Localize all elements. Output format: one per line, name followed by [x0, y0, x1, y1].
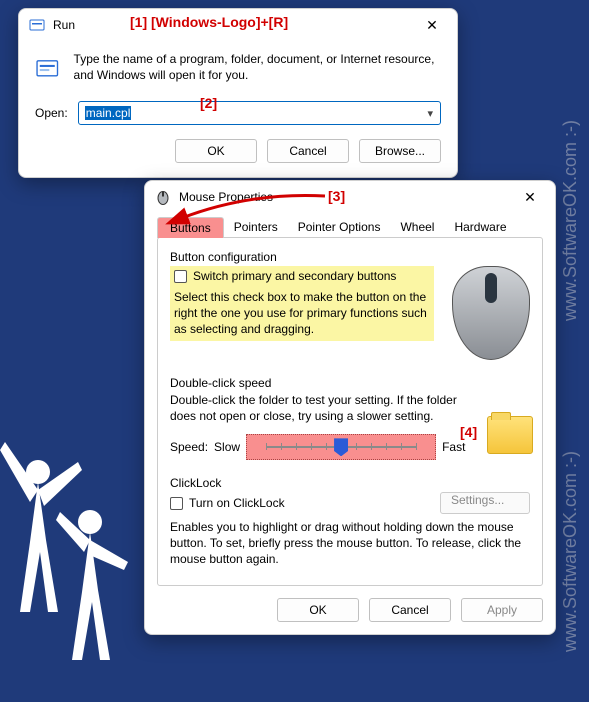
close-button[interactable]: ✕ — [411, 11, 453, 39]
clicklock-settings-button[interactable]: Settings... — [440, 492, 530, 514]
switch-buttons-label: Switch primary and secondary buttons — [193, 269, 396, 283]
close-button[interactable]: ✕ — [509, 183, 551, 211]
folder-test-icon[interactable] — [487, 416, 533, 454]
clicklock-checkbox[interactable] — [170, 497, 183, 510]
tab-buttons[interactable]: Buttons — [157, 217, 224, 238]
run-title: Run — [53, 18, 411, 32]
double-click-group-label: Double-click speed — [170, 376, 530, 390]
mouse-properties-dialog: Mouse Properties ✕ Buttons Pointers Poin… — [144, 180, 556, 635]
speed-label: Speed: — [170, 440, 208, 454]
open-input-value: main.cpl — [85, 106, 132, 120]
browse-button[interactable]: Browse... — [359, 139, 441, 163]
speed-slow-label: Slow — [214, 440, 240, 454]
clicklock-description: Enables you to highlight or drag without… — [170, 520, 530, 567]
tab-wheel[interactable]: Wheel — [390, 217, 444, 238]
speed-slider[interactable] — [246, 434, 436, 460]
mouse-icon — [155, 189, 171, 205]
apply-button[interactable]: Apply — [461, 598, 543, 622]
speed-fast-label: Fast — [442, 440, 465, 454]
tab-hardware[interactable]: Hardware — [444, 217, 516, 238]
clicklock-group-label: ClickLock — [170, 476, 530, 490]
slider-thumb[interactable] — [334, 438, 348, 456]
watermark-vertical: www.SoftwareOK.com :-) — [560, 120, 581, 321]
tab-pointer-options[interactable]: Pointer Options — [288, 217, 391, 238]
mouse-preview-image — [452, 266, 530, 360]
switch-buttons-checkbox[interactable] — [174, 270, 187, 283]
chevron-down-icon[interactable]: ▾ — [424, 107, 436, 120]
button-config-description: Select this check box to make the button… — [174, 289, 430, 338]
open-combobox[interactable]: main.cpl ▾ — [78, 101, 441, 125]
cancel-button[interactable]: Cancel — [267, 139, 349, 163]
run-icon — [29, 17, 45, 33]
ok-button[interactable]: OK — [277, 598, 359, 622]
double-click-description: Double-click the folder to test your set… — [170, 392, 465, 424]
button-config-group-label: Button configuration — [170, 250, 530, 264]
mouse-properties-title: Mouse Properties — [179, 190, 509, 204]
open-label: Open: — [35, 106, 68, 120]
run-dialog: Run ✕ Type the name of a program, folder… — [18, 8, 458, 178]
tab-pointers[interactable]: Pointers — [224, 217, 288, 238]
decorative-figures — [0, 412, 140, 672]
clicklock-label: Turn on ClickLock — [189, 496, 285, 510]
watermark-vertical: www.SoftwareOK.com :-) — [560, 451, 581, 652]
ok-button[interactable]: OK — [175, 139, 257, 163]
run-description: Type the name of a program, folder, docu… — [74, 51, 441, 87]
run-large-icon — [35, 51, 60, 87]
tab-strip: Buttons Pointers Pointer Options Wheel H… — [157, 217, 543, 238]
cancel-button[interactable]: Cancel — [369, 598, 451, 622]
